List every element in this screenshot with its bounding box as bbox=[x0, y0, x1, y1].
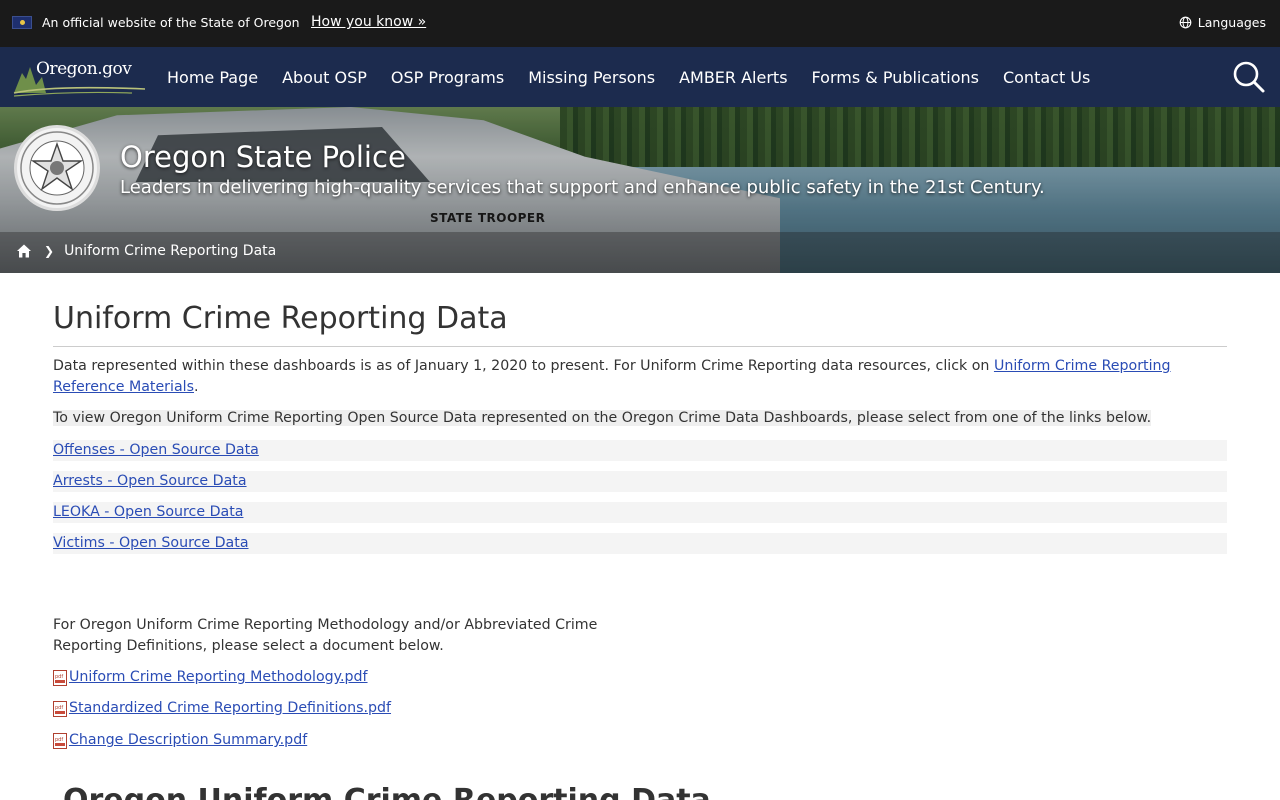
document-item: pdf Standardized Crime Reporting Definit… bbox=[53, 698, 391, 719]
document-item: pdf Change Description Summary.pdf bbox=[53, 730, 307, 751]
star-badge-icon bbox=[20, 131, 94, 205]
site-title: Oregon State Police bbox=[120, 140, 406, 174]
breadcrumb-current: Uniform Crime Reporting Data bbox=[64, 243, 277, 259]
list-item: Arrests - Open Source Data bbox=[53, 471, 1227, 492]
nav-about-osp[interactable]: About OSP bbox=[270, 68, 379, 87]
list-item: LEOKA - Open Source Data bbox=[53, 502, 1227, 523]
home-icon[interactable] bbox=[16, 243, 32, 259]
languages-label: Languages bbox=[1197, 15, 1266, 30]
languages-button[interactable]: Languages bbox=[1179, 15, 1266, 30]
definitions-pdf-link[interactable]: Standardized Crime Reporting Definitions… bbox=[69, 698, 391, 719]
official-website-text: An official website of the State of Oreg… bbox=[42, 15, 300, 30]
hero-banner: STATE TROOPER Oregon State Police Leader… bbox=[0, 107, 1280, 273]
how-you-know-link[interactable]: How you know » bbox=[311, 14, 426, 30]
methodology-paragraph: For Oregon Uniform Crime Reporting Metho… bbox=[53, 617, 598, 654]
list-item: Offenses - Open Source Data bbox=[53, 440, 1227, 461]
methodology-pdf-link[interactable]: Uniform Crime Reporting Methodology.pdf bbox=[69, 667, 368, 688]
chevron-right-icon: ❯ bbox=[44, 244, 55, 258]
oregon-flag-icon bbox=[12, 16, 32, 29]
pdf-file-icon: pdf bbox=[53, 669, 67, 686]
globe-icon bbox=[1179, 16, 1192, 29]
pdf-file-icon: pdf bbox=[53, 732, 67, 749]
search-icon[interactable] bbox=[1232, 60, 1266, 94]
document-item: pdf Uniform Crime Reporting Methodology.… bbox=[53, 667, 368, 688]
arrests-data-link[interactable]: Arrests - Open Source Data bbox=[53, 473, 247, 489]
page-title: Uniform Crime Reporting Data bbox=[53, 301, 508, 336]
offenses-data-link[interactable]: Offenses - Open Source Data bbox=[53, 442, 259, 458]
nav-home-page[interactable]: Home Page bbox=[155, 68, 270, 87]
official-banner: An official website of the State of Oreg… bbox=[0, 0, 1280, 47]
svg-text:pdf: pdf bbox=[55, 705, 63, 711]
nav-amber-alerts[interactable]: AMBER Alerts bbox=[667, 68, 799, 87]
main-navigation: Oregon.gov Home Page About OSP OSP Progr… bbox=[0, 47, 1280, 107]
victims-data-link[interactable]: Victims - Open Source Data bbox=[53, 535, 249, 551]
site-tagline: Leaders in delivering high-quality servi… bbox=[120, 177, 1045, 198]
leoka-data-link[interactable]: LEOKA - Open Source Data bbox=[53, 504, 243, 520]
svg-text:pdf: pdf bbox=[55, 737, 63, 743]
intro-paragraph: Data represented within these dashboards… bbox=[53, 358, 1171, 395]
svg-text:pdf: pdf bbox=[55, 674, 63, 680]
breadcrumb: ❯ Uniform Crime Reporting Data bbox=[16, 243, 276, 259]
nav-menu: Home Page About OSP OSP Programs Missing… bbox=[155, 47, 1102, 107]
pdf-file-icon: pdf bbox=[53, 700, 67, 717]
logo-text: Oregon.gov bbox=[36, 59, 132, 79]
list-item: Victims - Open Source Data bbox=[53, 533, 1227, 554]
section-heading: Oregon Uniform Crime Reporting Data bbox=[63, 783, 711, 800]
title-divider bbox=[53, 346, 1227, 347]
nav-osp-programs[interactable]: OSP Programs bbox=[379, 68, 516, 87]
nav-missing-persons[interactable]: Missing Persons bbox=[516, 68, 667, 87]
nav-contact-us[interactable]: Contact Us bbox=[991, 68, 1102, 87]
intro-text: Data represented within these dashboards… bbox=[53, 358, 994, 374]
change-summary-pdf-link[interactable]: Change Description Summary.pdf bbox=[69, 730, 307, 751]
oregon-gov-logo[interactable]: Oregon.gov bbox=[12, 55, 147, 97]
nav-forms-publications[interactable]: Forms & Publications bbox=[800, 68, 991, 87]
osp-seal-logo bbox=[14, 125, 100, 211]
view-instructions: To view Oregon Uniform Crime Reporting O… bbox=[53, 410, 1152, 426]
